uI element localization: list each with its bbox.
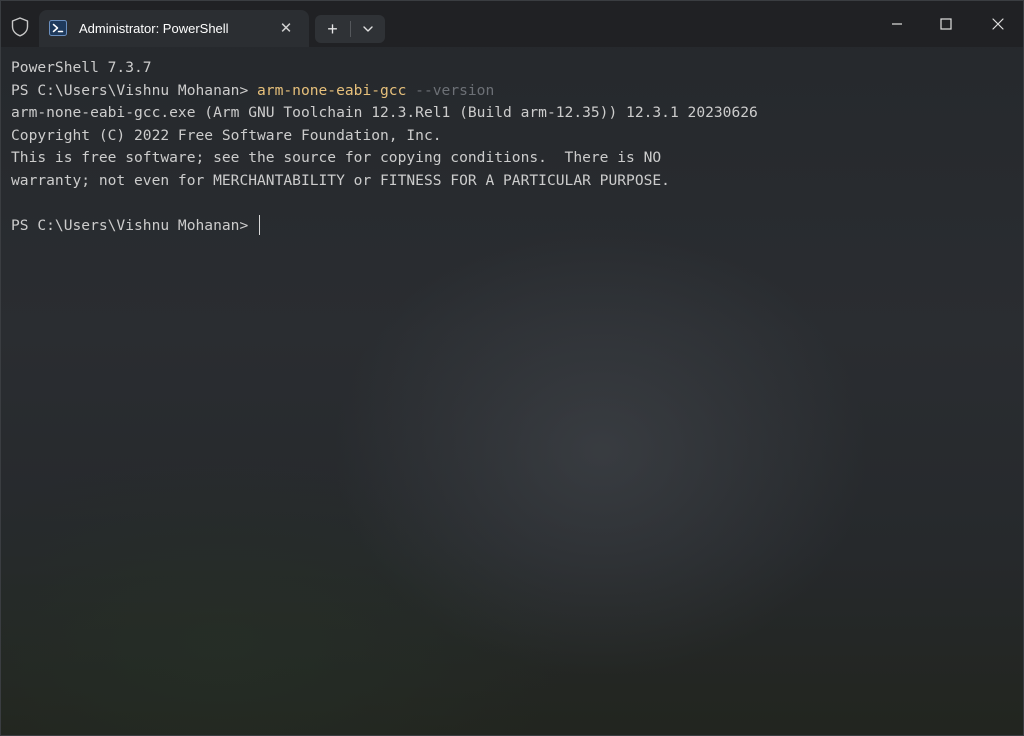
- version-line: PowerShell 7.3.7: [11, 59, 152, 76]
- shield-icon: [11, 17, 29, 37]
- prompt: PS C:\Users\Vishnu Mohanan>: [11, 81, 258, 99]
- output-line: This is free software; see the source fo…: [11, 149, 662, 166]
- terminal-output[interactable]: PowerShell 7.3.7 PS C:\Users\Vishnu Moha…: [1, 47, 1023, 735]
- title-bar[interactable]: Administrator: PowerShell ✕ +: [1, 1, 1023, 47]
- new-tab-group: +: [315, 15, 385, 43]
- tab-title: Administrator: PowerShell: [79, 21, 229, 36]
- output-line: arm-none-eabi-gcc.exe (Arm GNU Toolchain…: [11, 104, 758, 121]
- command-line: PS C:\Users\Vishnu Mohanan> arm-none-eab…: [11, 80, 1023, 103]
- chevron-down-icon[interactable]: [351, 15, 385, 43]
- minimize-icon[interactable]: [877, 9, 917, 39]
- close-tab-icon[interactable]: ✕: [275, 18, 297, 40]
- new-tab-button[interactable]: +: [315, 15, 350, 43]
- close-icon[interactable]: [978, 9, 1018, 39]
- text-cursor: [259, 214, 261, 235]
- tab-powershell[interactable]: Administrator: PowerShell ✕: [39, 10, 309, 47]
- output-line: Copyright (C) 2022 Free Software Foundat…: [11, 126, 442, 144]
- output-line: warranty; not even for MERCHANTABILITY o…: [11, 171, 670, 189]
- command-parameter: --version: [406, 81, 495, 99]
- prompt: PS C:\Users\Vishnu Mohanan>: [11, 216, 258, 234]
- current-prompt-line[interactable]: PS C:\Users\Vishnu Mohanan>: [11, 214, 1023, 238]
- terminal-window: Administrator: PowerShell ✕ + PowerShell…: [0, 0, 1024, 736]
- powershell-icon: [49, 20, 67, 36]
- maximize-icon[interactable]: [926, 9, 966, 39]
- command-text: arm-none-eabi-gcc: [257, 81, 407, 99]
